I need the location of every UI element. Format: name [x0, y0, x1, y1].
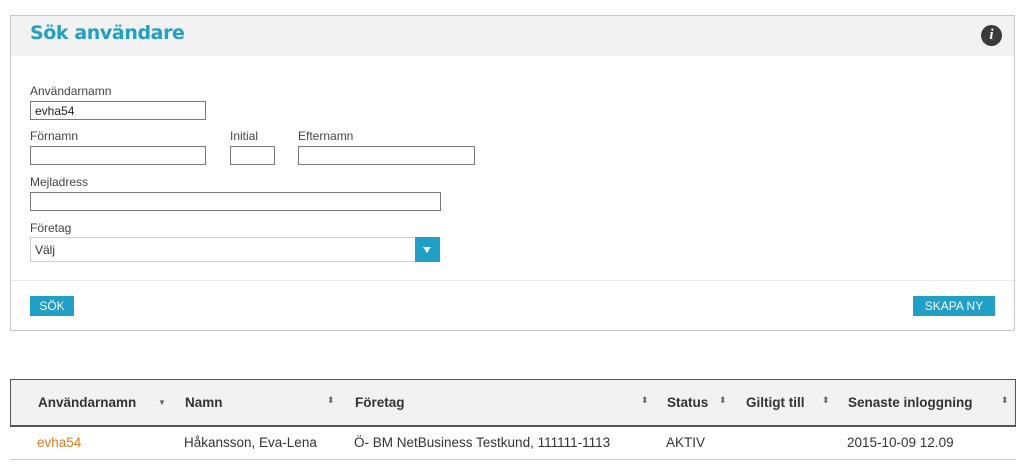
- company-select[interactable]: Välj: [30, 237, 440, 262]
- firstname-label: Förnamn: [30, 129, 79, 143]
- firstname-input[interactable]: [30, 146, 206, 165]
- sort-icon[interactable]: ⬍: [327, 395, 335, 406]
- initial-label: Initial: [230, 129, 259, 143]
- cell-last-login: 2015-10-09 12.09: [847, 435, 954, 450]
- chevron-down-icon: [423, 247, 431, 253]
- username-input[interactable]: [30, 101, 206, 120]
- initial-input[interactable]: [230, 146, 275, 165]
- table-row[interactable]: evha54 Håkansson, Eva-Lena Ö- BM NetBusi…: [10, 427, 1016, 460]
- username-link[interactable]: evha54: [37, 435, 81, 450]
- cell-status: AKTIV: [666, 435, 706, 450]
- username-label: Användarnamn: [30, 84, 112, 98]
- column-header-name[interactable]: Namn: [185, 395, 223, 410]
- lastname-input[interactable]: [298, 146, 475, 165]
- table-header: Användarnamn ▼ Namn ⬍ Företag ⬍ Status ⬍…: [10, 379, 1016, 427]
- search-panel: Sök användare i Användarnamn Förnamn Ini…: [10, 15, 1015, 331]
- page-title: Sök användare: [30, 22, 185, 44]
- panel-header: Sök användare i: [11, 16, 1014, 56]
- column-header-valid-until[interactable]: Giltigt till: [746, 395, 805, 410]
- column-header-company[interactable]: Företag: [355, 395, 405, 410]
- company-select-value: Välj: [35, 243, 56, 257]
- dropdown-button[interactable]: [415, 237, 440, 262]
- create-new-button[interactable]: SKAPA NY: [913, 296, 995, 316]
- sort-icon[interactable]: ⬍: [822, 395, 830, 406]
- cell-company: Ö- BM NetBusiness Testkund, 111111-1113: [354, 435, 611, 450]
- info-icon[interactable]: i: [981, 25, 1002, 46]
- cell-name: Håkansson, Eva-Lena: [184, 435, 317, 450]
- sort-desc-icon[interactable]: ▼: [158, 398, 166, 407]
- email-input[interactable]: [30, 192, 441, 211]
- sort-icon[interactable]: ⬍: [719, 395, 727, 406]
- column-header-status[interactable]: Status: [667, 395, 708, 410]
- lastname-label: Efternamn: [298, 129, 354, 143]
- search-button[interactable]: SÖK: [30, 296, 74, 316]
- results-table: Användarnamn ▼ Namn ⬍ Företag ⬍ Status ⬍…: [10, 379, 1016, 461]
- divider: [11, 280, 1014, 281]
- column-header-last-login[interactable]: Senaste inloggning: [848, 395, 973, 410]
- column-header-username[interactable]: Användarnamn: [38, 395, 136, 410]
- sort-icon[interactable]: ⬍: [1001, 395, 1009, 406]
- sort-icon[interactable]: ⬍: [641, 395, 649, 406]
- company-label: Företag: [30, 221, 72, 235]
- email-label: Mejladress: [30, 175, 89, 189]
